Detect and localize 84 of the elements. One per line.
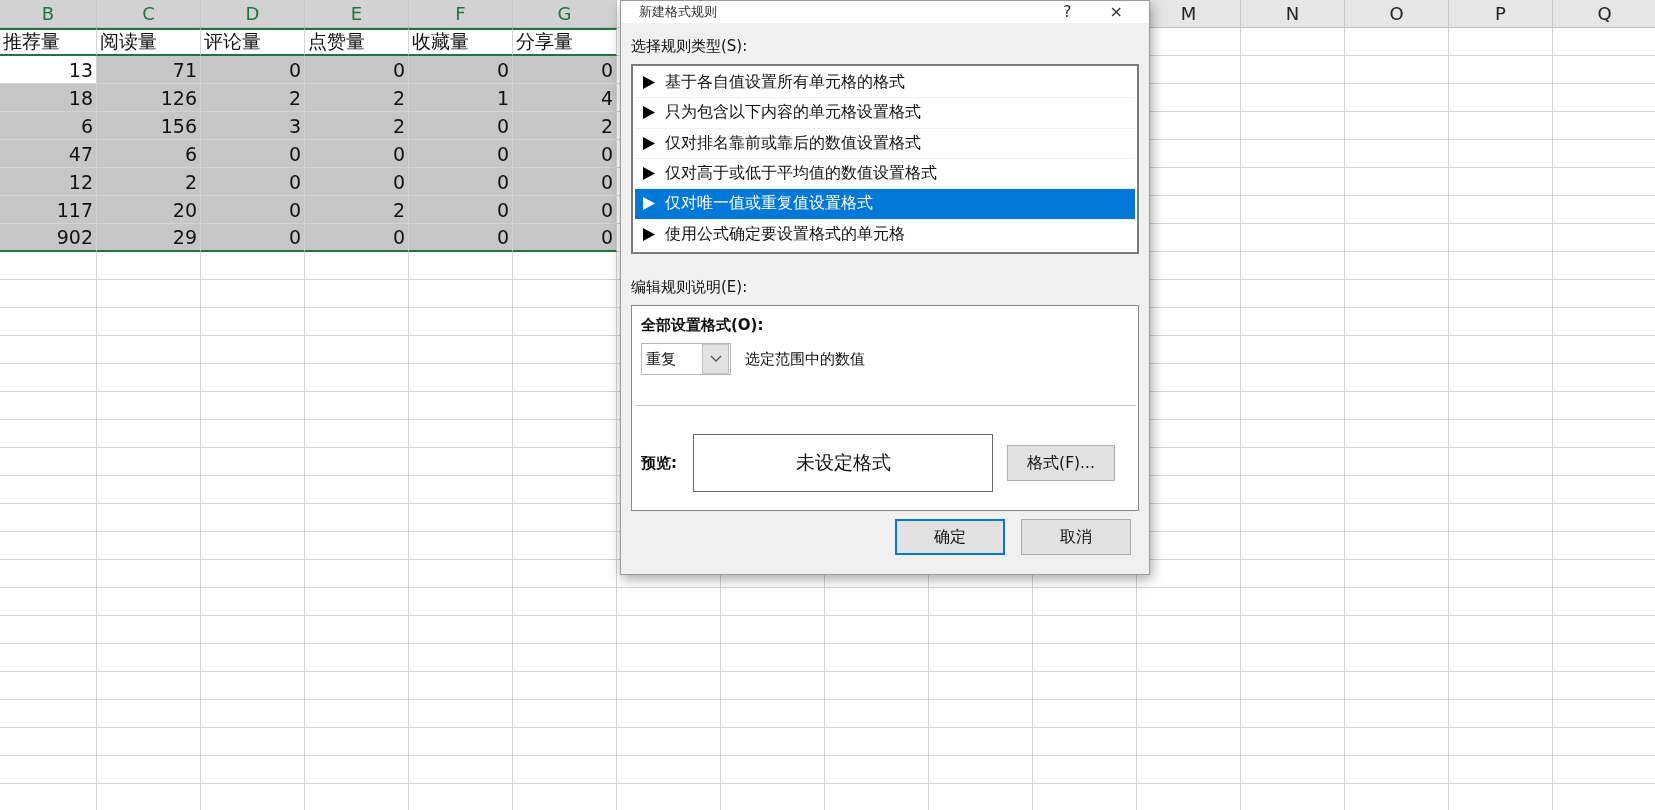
table-cell: 2 xyxy=(305,84,409,112)
table-cell: 0 xyxy=(201,56,305,84)
help-button[interactable]: ? xyxy=(1049,4,1086,20)
table-cell: 0 xyxy=(513,56,617,84)
table-cell: 评论量 xyxy=(201,28,305,56)
table-cell: 71 xyxy=(97,56,201,84)
column-header[interactable]: N xyxy=(1241,0,1345,28)
table-cell: 收藏量 xyxy=(409,28,513,56)
rule-type-text: 仅对排名靠前或靠后的数值设置格式 xyxy=(665,132,921,154)
table-cell: 0 xyxy=(513,140,617,168)
rule-type-text: 只为包含以下内容的单元格设置格式 xyxy=(665,102,921,124)
table-cell: 0 xyxy=(513,168,617,196)
column-header[interactable]: B xyxy=(0,0,97,28)
description-label: 编辑规则说明(E): xyxy=(631,278,749,297)
table-cell: 0 xyxy=(305,224,409,252)
table-cell: 4 xyxy=(513,84,617,112)
table-cell: 推荐量 xyxy=(0,28,97,56)
table-cell: 6 xyxy=(97,140,201,168)
table-cell: 0 xyxy=(513,224,617,252)
table-cell: 分享量 xyxy=(513,28,617,56)
table-cell: 0 xyxy=(201,196,305,224)
table-cell: 0 xyxy=(513,196,617,224)
rule-type-label: 选择规则类型(S): xyxy=(631,37,749,56)
triangle-icon xyxy=(643,227,655,241)
rule-type-item[interactable]: 仅对唯一值或重复值设置格式 xyxy=(635,189,1135,220)
rule-type-text: 基于各自值设置所有单元格的格式 xyxy=(665,72,905,94)
rule-type-text: 仅对唯一值或重复值设置格式 xyxy=(665,193,873,215)
table-cell: 0 xyxy=(305,56,409,84)
table-cell: 20 xyxy=(97,196,201,224)
table-cell: 0 xyxy=(409,224,513,252)
dialog-title: 新建格式规则 xyxy=(639,3,718,21)
column-header[interactable]: F xyxy=(409,0,513,28)
column-header[interactable]: P xyxy=(1449,0,1553,28)
column-header[interactable]: C xyxy=(97,0,201,28)
duplicate-dropdown[interactable]: 重复 xyxy=(641,343,731,375)
table-cell: 0 xyxy=(305,168,409,196)
column-header[interactable]: E xyxy=(305,0,409,28)
column-header[interactable]: G xyxy=(513,0,617,28)
close-button[interactable]: × xyxy=(1095,4,1137,20)
column-header[interactable]: O xyxy=(1345,0,1449,28)
table-cell: 126 xyxy=(97,84,201,112)
table-cell: 阅读量 xyxy=(97,28,201,56)
table-cell: 2 xyxy=(201,84,305,112)
table-cell: 2 xyxy=(97,168,201,196)
triangle-icon xyxy=(643,136,655,150)
table-cell: 29 xyxy=(97,224,201,252)
table-cell: 156 xyxy=(97,112,201,140)
table-cell: 12 xyxy=(0,168,97,196)
table-cell: 6 xyxy=(0,112,97,140)
triangle-icon xyxy=(643,106,655,120)
dropdown-suffix-text: 选定范围中的数值 xyxy=(745,349,865,369)
table-cell: 2 xyxy=(513,112,617,140)
table-cell: 0 xyxy=(409,56,513,84)
table-cell: 2 xyxy=(305,196,409,224)
table-cell: 1 xyxy=(409,84,513,112)
table-cell: 0 xyxy=(409,196,513,224)
rule-type-text: 仅对高于或低于平均值的数值设置格式 xyxy=(665,163,937,185)
table-cell: 0 xyxy=(201,224,305,252)
triangle-icon xyxy=(643,76,655,90)
table-cell: 0 xyxy=(201,168,305,196)
table-cell: 0 xyxy=(409,168,513,196)
table-cell: 3 xyxy=(201,112,305,140)
column-header[interactable]: Q xyxy=(1553,0,1655,28)
table-cell: 47 xyxy=(0,140,97,168)
ok-button[interactable]: 确定 xyxy=(895,519,1005,555)
triangle-icon xyxy=(643,167,655,181)
rule-type-text: 使用公式确定要设置格式的单元格 xyxy=(665,223,905,245)
cancel-button[interactable]: 取消 xyxy=(1021,519,1131,555)
preview-label: 预览: xyxy=(641,453,677,473)
table-cell: 2 xyxy=(305,112,409,140)
table-cell: 18 xyxy=(0,84,97,112)
triangle-icon xyxy=(643,197,655,211)
table-cell: 0 xyxy=(409,112,513,140)
format-button[interactable]: 格式(F)... xyxy=(1007,445,1115,481)
format-all-label: 全部设置格式(O): xyxy=(641,316,765,335)
table-cell: 0 xyxy=(409,140,513,168)
table-cell: 117 xyxy=(0,196,97,224)
preview-box: 未设定格式 xyxy=(693,434,993,492)
column-header[interactable]: D xyxy=(201,0,305,28)
table-cell: 点赞量 xyxy=(305,28,409,56)
chevron-down-icon xyxy=(709,355,722,363)
table-cell: 0 xyxy=(201,140,305,168)
table-cell: 902 xyxy=(0,224,97,252)
table-cell: 0 xyxy=(305,140,409,168)
